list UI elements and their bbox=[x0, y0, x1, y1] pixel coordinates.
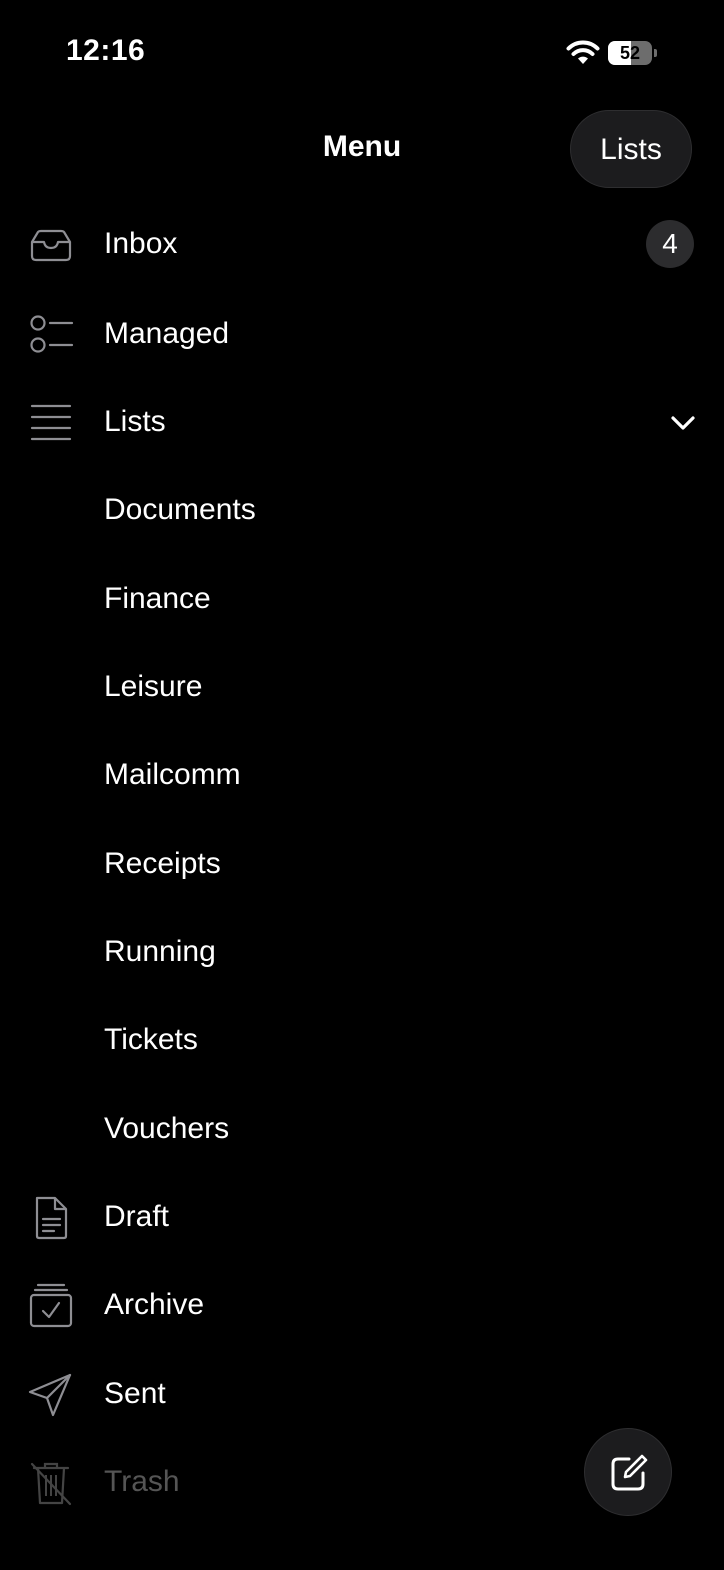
menu-item-archive[interactable]: Archive bbox=[0, 1261, 724, 1349]
list-label: Mailcomm bbox=[104, 758, 241, 791]
wifi-icon bbox=[566, 40, 600, 64]
menu-item-sent[interactable]: Sent bbox=[0, 1350, 724, 1438]
list-item-running[interactable]: Running bbox=[0, 908, 724, 996]
list-item-receipts[interactable]: Receipts bbox=[0, 820, 724, 908]
menu-label-inbox: Inbox bbox=[104, 227, 178, 260]
battery-indicator: 52 bbox=[608, 41, 657, 65]
menu-label-trash: Trash bbox=[104, 1465, 180, 1498]
menu-label-draft: Draft bbox=[104, 1200, 170, 1233]
list-label: Tickets bbox=[104, 1023, 198, 1056]
list-label: Receipts bbox=[104, 847, 221, 880]
list-item-tickets[interactable]: Tickets bbox=[0, 996, 724, 1084]
menu-label-managed: Managed bbox=[104, 317, 230, 350]
list-label: Leisure bbox=[104, 670, 203, 703]
menu-label-archive: Archive bbox=[104, 1288, 205, 1321]
list-label: Documents bbox=[104, 493, 256, 526]
menu-item-draft[interactable]: Draft bbox=[0, 1173, 724, 1261]
menu-item-lists[interactable]: Lists bbox=[0, 378, 724, 466]
menu-label-lists: Lists bbox=[104, 405, 166, 438]
checklist-icon bbox=[30, 315, 74, 353]
paper-plane-icon bbox=[28, 1373, 72, 1417]
inbox-tray-icon bbox=[30, 229, 72, 262]
document-icon bbox=[35, 1196, 68, 1240]
menu-item-inbox[interactable]: Inbox bbox=[0, 200, 724, 288]
battery-cap bbox=[654, 49, 657, 57]
list-label: Running bbox=[104, 935, 216, 968]
archive-box-icon bbox=[29, 1283, 73, 1328]
list-item-mailcomm[interactable]: Mailcomm bbox=[0, 731, 724, 819]
trash-icon bbox=[30, 1462, 72, 1506]
list-label: Vouchers bbox=[104, 1112, 230, 1145]
compose-button[interactable] bbox=[584, 1428, 672, 1516]
battery-level: 52 bbox=[619, 43, 641, 63]
status-bar: 12:16 52 bbox=[0, 0, 724, 100]
list-item-vouchers[interactable]: Vouchers bbox=[0, 1085, 724, 1173]
lists-button[interactable]: Lists bbox=[570, 110, 692, 188]
list-item-leisure[interactable]: Leisure bbox=[0, 643, 724, 731]
compose-icon bbox=[611, 1454, 648, 1491]
status-time: 12:16 bbox=[66, 34, 146, 67]
list-lines-icon bbox=[30, 404, 72, 441]
inbox-count-badge: 4 bbox=[646, 220, 694, 268]
list-item-documents[interactable]: Documents bbox=[0, 466, 724, 554]
battery-body: 52 bbox=[608, 41, 652, 65]
menu-label-sent: Sent bbox=[104, 1377, 166, 1410]
chevron-down-icon[interactable] bbox=[668, 408, 698, 438]
list-item-finance[interactable]: Finance bbox=[0, 555, 724, 643]
menu-item-managed[interactable]: Managed bbox=[0, 290, 724, 378]
list-label: Finance bbox=[104, 582, 211, 615]
